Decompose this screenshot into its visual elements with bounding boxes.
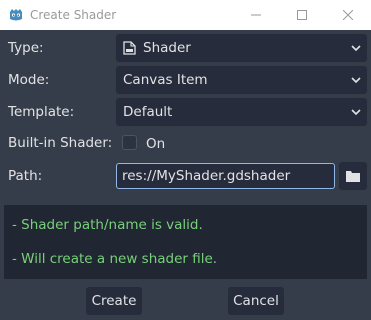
maximize-button[interactable]	[279, 0, 325, 30]
template-value: Default	[123, 104, 173, 120]
path-label: Path:	[8, 168, 43, 184]
builtin-shader-label: Built-in Shader:	[8, 135, 113, 151]
browse-folder-button[interactable]	[339, 162, 367, 190]
create-button-label: Create	[91, 293, 137, 309]
template-label: Template:	[8, 104, 75, 120]
mode-dropdown[interactable]: Canvas Item	[116, 66, 367, 94]
status-line: - Shader path/name is valid.	[12, 217, 203, 233]
status-panel: - Shader path/name is valid. - Will crea…	[4, 205, 367, 279]
minimize-button[interactable]	[233, 0, 279, 30]
folder-icon	[346, 171, 360, 182]
close-icon	[343, 10, 353, 20]
title-bar: Create Shader	[0, 0, 371, 30]
minimize-icon	[251, 14, 261, 16]
window-title: Create Shader	[30, 8, 117, 22]
path-input[interactable]: res://MyShader.gdshader	[116, 163, 335, 189]
builtin-shader-checkbox[interactable]	[122, 135, 137, 150]
builtin-shader-on-label[interactable]: On	[146, 136, 165, 152]
create-button[interactable]: Create	[86, 287, 142, 315]
chevron-down-icon	[351, 77, 361, 84]
type-value: Shader	[143, 40, 191, 56]
mode-value: Canvas Item	[123, 72, 208, 88]
shader-file-icon	[123, 41, 136, 55]
cancel-button-label: Cancel	[233, 293, 279, 309]
cancel-button[interactable]: Cancel	[228, 287, 284, 315]
type-label: Type:	[8, 40, 44, 56]
godot-icon	[10, 9, 22, 21]
chevron-down-icon	[351, 45, 361, 52]
template-dropdown[interactable]: Default	[116, 98, 367, 126]
status-line: - Will create a new shader file.	[12, 251, 218, 267]
chevron-down-icon	[351, 109, 361, 116]
close-button[interactable]	[325, 0, 371, 30]
maximize-icon	[297, 10, 307, 20]
mode-label: Mode:	[8, 72, 50, 88]
type-dropdown[interactable]: Shader	[116, 34, 367, 62]
path-value: res://MyShader.gdshader	[122, 168, 291, 184]
